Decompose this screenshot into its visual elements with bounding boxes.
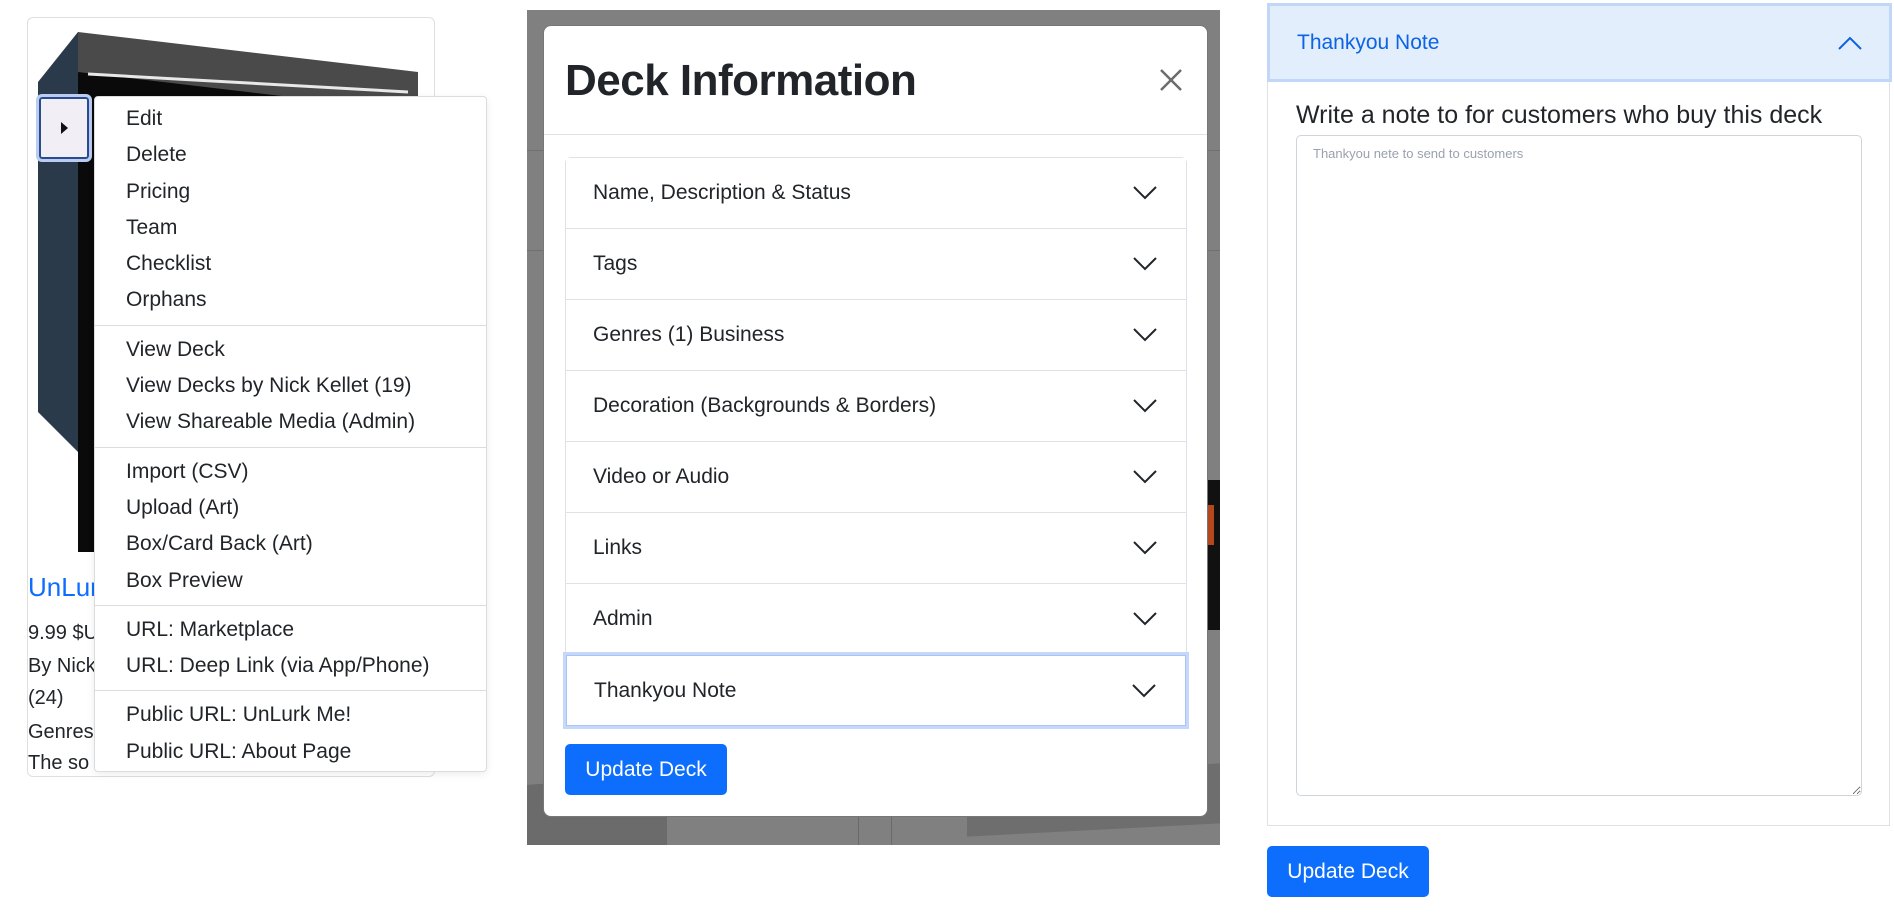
accordion-item[interactable]: Links <box>566 513 1186 584</box>
accordion-item[interactable]: Decoration (Backgrounds & Borders) <box>566 371 1186 442</box>
update-deck-button-secondary[interactable]: Update Deck <box>1267 846 1429 897</box>
accordion-item-label: Admin <box>593 607 653 630</box>
deck-menu-toggle-button[interactable] <box>36 94 92 162</box>
context-menu-group: Import (CSV) Upload (Art) Box/Card Back (A… <box>95 448 486 606</box>
update-deck-button[interactable]: Update Deck <box>565 744 727 795</box>
deck-information-modal: Deck Information Name, Description & Sta… <box>543 25 1208 817</box>
context-menu-item[interactable]: View Deck <box>95 332 486 368</box>
accordion-item[interactable]: Genres (1) Business <box>566 300 1186 371</box>
accordion-item[interactable]: Admin <box>566 584 1186 655</box>
accordion-item[interactable]: Video or Audio <box>566 442 1186 513</box>
chevron-down-icon <box>1132 683 1156 697</box>
context-menu-group: Edit Delete Pricing Team Checklist Orphans <box>95 97 486 326</box>
deck-count: (24) <box>28 687 64 709</box>
deck-genres: Genres <box>28 721 94 743</box>
context-menu-group: Public URL: UnLurk Me! Public URL: About … <box>95 691 486 776</box>
chevron-down-icon <box>1133 612 1157 626</box>
context-menu-item[interactable]: View Shareable Media (Admin) <box>95 404 486 440</box>
deck-sections-accordion: Name, Description & Status Tags Genres (1)… <box>565 157 1187 727</box>
context-menu-item[interactable]: View Decks by Nick Kellet (19) <box>95 368 486 404</box>
close-icon[interactable] <box>1153 62 1189 98</box>
thankyou-note-header-label: Thankyou Note <box>1297 30 1440 54</box>
accordion-item-label: Genres (1) Business <box>593 323 785 346</box>
context-menu-item[interactable]: Checklist <box>95 246 486 282</box>
caret-right-icon <box>60 122 68 134</box>
thankyou-note-accordion-header[interactable]: Thankyou Note <box>1267 3 1892 82</box>
chevron-down-icon <box>1133 541 1157 555</box>
thankyou-note-panel: Thankyou Note Write a note to for custom… <box>1267 3 1892 826</box>
context-menu-item[interactable]: Pricing <box>95 174 486 210</box>
context-menu-item[interactable]: Public URL: UnLurk Me! <box>95 697 486 733</box>
context-menu-item[interactable]: Orphans <box>95 282 486 318</box>
context-menu-item[interactable]: Box Preview <box>95 563 486 599</box>
context-menu-item[interactable]: Upload (Art) <box>95 490 486 526</box>
accordion-item-label: Name, Description & Status <box>593 181 851 204</box>
context-menu-item[interactable]: Public URL: About Page <box>95 734 486 770</box>
accordion-item[interactable]: Tags <box>566 229 1186 300</box>
modal-header: Deck Information <box>544 26 1207 135</box>
context-menu-item[interactable]: Team <box>95 210 486 246</box>
thankyou-note-label: Write a note to for customers who buy th… <box>1296 101 1823 129</box>
deck-context-menu: Edit Delete Pricing Team Checklist Orphans Vie… <box>94 96 487 772</box>
context-menu-item[interactable]: Delete <box>95 137 486 173</box>
context-menu-group: URL: Marketplace URL: Deep Link (via App/… <box>95 606 486 692</box>
accordion-item-label: Thankyou Note <box>594 678 737 702</box>
deck-description: The so <box>28 752 90 774</box>
modal-title: Deck Information <box>565 56 917 105</box>
context-menu-item[interactable]: Import (CSV) <box>95 454 486 490</box>
context-menu-item[interactable]: URL: Deep Link (via App/Phone) <box>95 648 486 684</box>
context-menu-group: View Deck View Decks by Nick Kellet (19) V… <box>95 326 486 448</box>
accordion-item[interactable]: Name, Description & Status <box>566 158 1186 229</box>
context-menu-item[interactable]: URL: Marketplace <box>95 612 486 648</box>
accordion-item-label: Tags <box>593 252 638 275</box>
chevron-down-icon <box>1133 186 1157 200</box>
chevron-up-icon <box>1838 36 1862 50</box>
accordion-item-label: Links <box>593 536 643 559</box>
context-menu-item[interactable]: Box/Card Back (Art) <box>95 526 486 562</box>
accordion-item-label: Decoration (Backgrounds & Borders) <box>593 394 937 417</box>
chevron-down-icon <box>1133 257 1157 271</box>
chevron-down-icon <box>1133 399 1157 413</box>
accordion-item[interactable]: Thankyou Note <box>566 655 1186 726</box>
chevron-down-icon <box>1133 470 1157 484</box>
chevron-down-icon <box>1133 328 1157 342</box>
context-menu-item[interactable]: Edit <box>95 101 486 137</box>
accordion-item-label: Video or Audio <box>593 465 730 488</box>
thankyou-note-textarea[interactable] <box>1296 135 1862 796</box>
